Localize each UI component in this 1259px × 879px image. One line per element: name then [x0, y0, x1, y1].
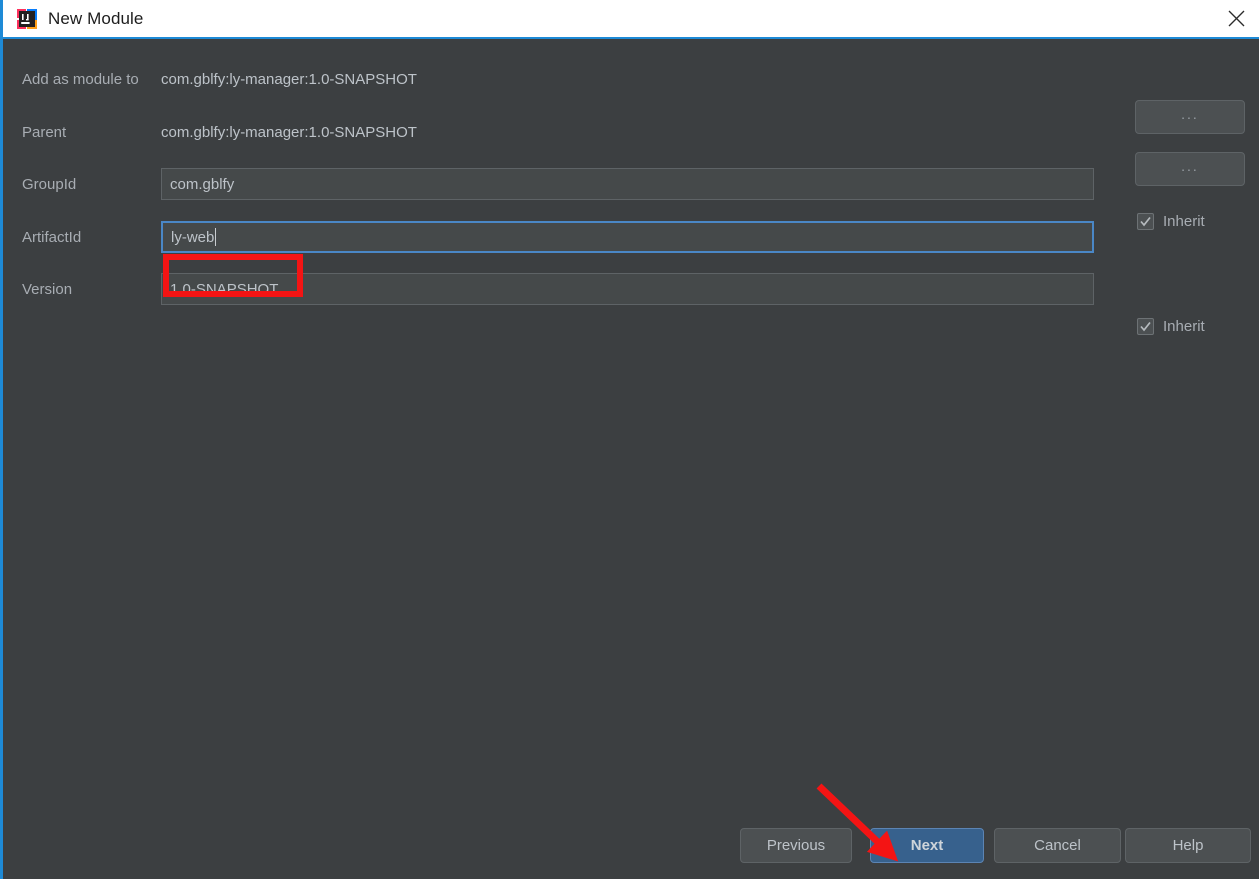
- help-button[interactable]: Help: [1125, 828, 1251, 863]
- parent-browse-button[interactable]: ...: [1135, 152, 1245, 186]
- intellij-idea-logo-icon: [16, 8, 38, 30]
- groupid-inherit-label: Inherit: [1163, 213, 1205, 230]
- form-row-parent: Parent com.gblfy:ly-manager:1.0-SNAPSHOT: [3, 114, 1259, 150]
- add-as-module-to-label: Add as module to: [22, 70, 139, 88]
- checkmark-icon: [1137, 213, 1154, 230]
- dialog-footer: Previous Next Cancel Help: [3, 813, 1259, 879]
- checkmark-icon: [1137, 318, 1154, 335]
- next-button[interactable]: Next: [870, 828, 984, 863]
- artifactid-input[interactable]: [161, 221, 1094, 253]
- version-label: Version: [22, 280, 73, 298]
- form-row-artifactid: ArtifactId: [3, 219, 1259, 255]
- version-inherit-label: Inherit: [1163, 318, 1205, 335]
- artifactid-input-wrapper: [161, 219, 1094, 255]
- text-caret: [215, 228, 216, 246]
- groupid-input[interactable]: [161, 168, 1094, 200]
- dialog-content: Add as module to com.gblfy:ly-manager:1.…: [3, 39, 1259, 879]
- previous-button[interactable]: Previous: [740, 828, 852, 863]
- version-input[interactable]: [161, 273, 1094, 305]
- form-row-add-as-module-to: Add as module to com.gblfy:ly-manager:1.…: [3, 61, 1259, 97]
- add-as-module-to-value: com.gblfy:ly-manager:1.0-SNAPSHOT: [161, 70, 417, 88]
- parent-label: Parent: [22, 123, 67, 141]
- artifactid-label: ArtifactId: [22, 228, 82, 246]
- add-as-module-to-browse-button[interactable]: ...: [1135, 100, 1245, 134]
- window-title: New Module: [48, 8, 144, 28]
- parent-value: com.gblfy:ly-manager:1.0-SNAPSHOT: [161, 123, 417, 141]
- groupid-label: GroupId: [22, 175, 77, 193]
- close-icon[interactable]: [1213, 0, 1259, 37]
- title-bar: New Module: [3, 0, 1259, 39]
- cancel-button[interactable]: Cancel: [994, 828, 1121, 863]
- new-module-dialog: New Module Add as module to com.gblfy:ly…: [0, 0, 1259, 879]
- groupid-inherit-checkbox[interactable]: Inherit: [1137, 213, 1205, 230]
- version-inherit-checkbox[interactable]: Inherit: [1137, 318, 1205, 335]
- form-row-version: Version: [3, 271, 1259, 307]
- version-input-wrapper: [161, 271, 1094, 307]
- form-row-groupid: GroupId: [3, 166, 1259, 202]
- groupid-input-wrapper: [161, 166, 1094, 202]
